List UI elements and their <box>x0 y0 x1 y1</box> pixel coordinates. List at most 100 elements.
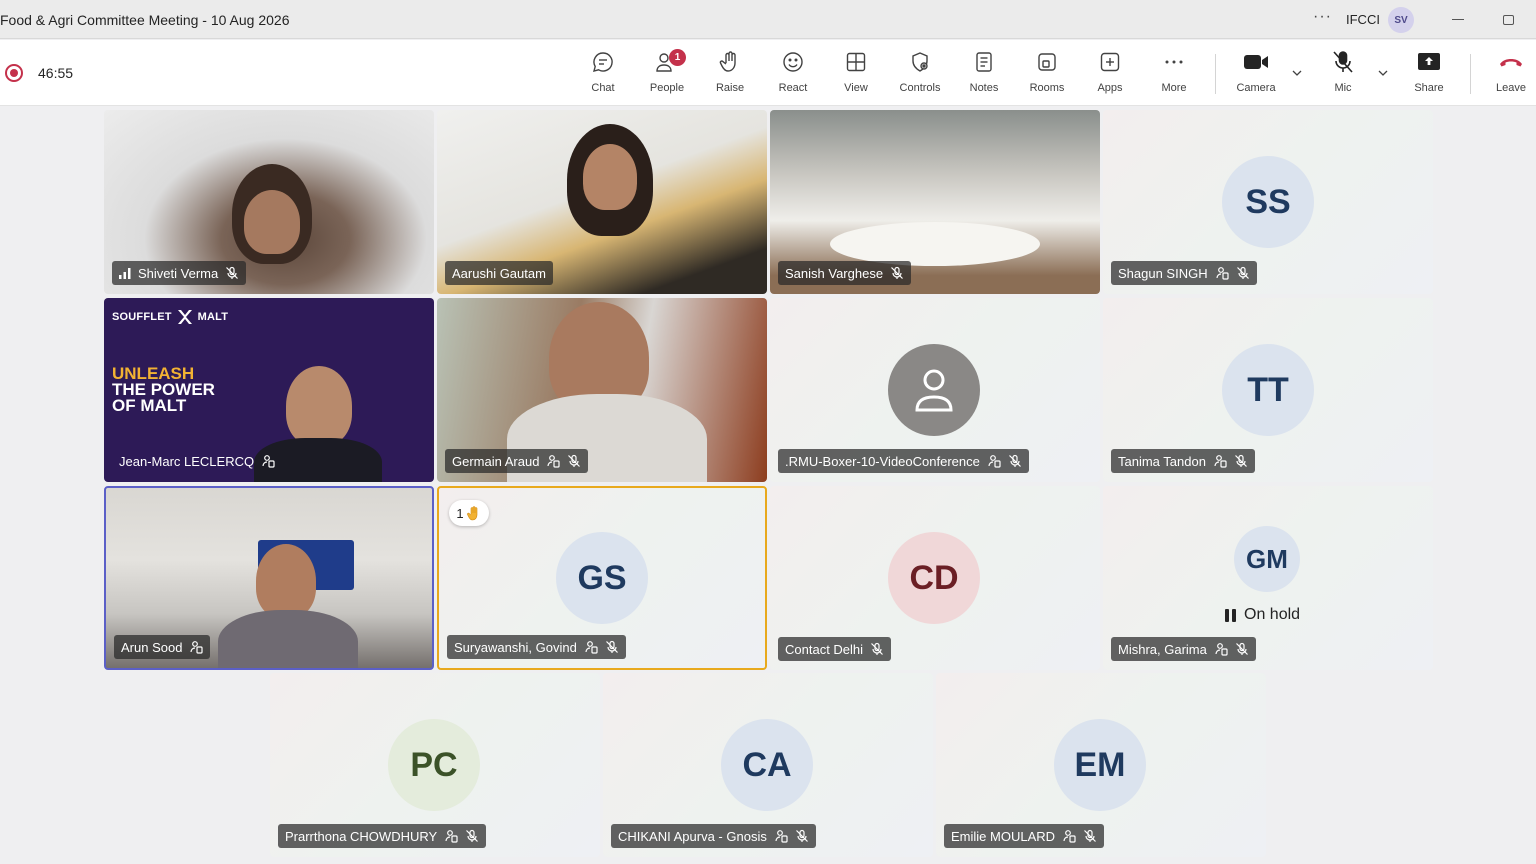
mobile-guest-icon <box>1214 455 1227 468</box>
notes-button[interactable]: Notes <box>956 48 1012 100</box>
nameplate: Suryawanshi, Govind <box>447 635 626 659</box>
camera-button[interactable]: Camera <box>1228 48 1284 100</box>
participant-video <box>244 190 300 254</box>
participant-avatar: CA <box>721 719 813 811</box>
chat-button[interactable]: Chat <box>575 48 631 100</box>
nameplate: Emilie MOULARD <box>944 824 1105 848</box>
participant-video <box>583 144 637 210</box>
participant-tile[interactable]: Germain Araud <box>437 298 767 482</box>
more-options-icon[interactable]: ··· <box>1313 8 1332 26</box>
raise-hand-button[interactable]: Raise <box>702 48 758 100</box>
participant-avatar: TT <box>1222 344 1314 436</box>
participant-video <box>830 222 1040 266</box>
share-label: Share <box>1414 82 1444 94</box>
participant-name: Sanish Varghese <box>785 265 884 281</box>
rooms-icon <box>1019 48 1075 76</box>
rooms-button[interactable]: Rooms <box>1019 48 1075 100</box>
participant-avatar: EM <box>1054 719 1146 811</box>
participant-tile[interactable]: EM Emilie MOULARD <box>936 673 1266 857</box>
malt-logo-icon <box>177 310 192 324</box>
view-button[interactable]: View <box>828 48 884 100</box>
notes-icon <box>956 48 1012 76</box>
mic-off-icon <box>1315 48 1371 76</box>
meeting-timer: 46:55 <box>38 65 74 81</box>
mobile-guest-icon <box>775 830 788 843</box>
toolbar-divider <box>1470 54 1471 94</box>
share-screen-icon <box>1401 48 1457 76</box>
participant-name: Jean-Marc LECLERCQ <box>119 453 255 469</box>
mic-options-chevron-icon[interactable] <box>1376 66 1390 80</box>
minimize-icon[interactable] <box>1452 19 1464 20</box>
brand-subheadline: THE POWER OF MALT <box>112 380 215 415</box>
people-icon <box>639 48 695 76</box>
participant-avatar: SS <box>1222 156 1314 248</box>
participant-name: Suryawanshi, Govind <box>454 639 577 655</box>
mic-muted-icon <box>1084 829 1096 842</box>
apps-button[interactable]: Apps <box>1082 48 1138 100</box>
mic-button[interactable]: Mic <box>1315 48 1371 100</box>
mobile-guest-icon <box>1216 267 1229 280</box>
more-button[interactable]: More <box>1146 48 1202 100</box>
participant-tile[interactable]: PC Prarrthona CHOWDHURY <box>270 673 600 857</box>
nameplate: CHIKANI Apurva - Gnosis <box>611 824 816 848</box>
participant-name: Contact Delhi <box>785 641 864 657</box>
title-bar: Food & Agri Committee Meeting - 10 Aug 2… <box>0 0 1536 39</box>
nameplate: Prarrthona CHOWDHURY <box>278 824 487 848</box>
mobile-guest-icon <box>262 455 275 468</box>
mic-muted-icon <box>1008 454 1021 467</box>
mic-muted-icon <box>466 829 479 842</box>
participant-tile-hand-raised[interactable]: 1 GS Suryawanshi, Govind <box>437 486 767 670</box>
participant-tile[interactable]: TT Tanima Tandon <box>1103 298 1433 482</box>
participant-video <box>218 610 358 668</box>
participant-tile[interactable]: Aarushi Gautam <box>437 110 767 294</box>
on-hold-label: On hold <box>1244 606 1301 623</box>
participant-avatar: GM <box>1234 526 1300 592</box>
mic-muted-icon <box>1235 642 1248 655</box>
brand-logo-left: SOUFFLET <box>112 311 172 323</box>
react-button[interactable]: React <box>765 48 821 100</box>
controls-label: Controls <box>899 82 941 94</box>
participant-name: .RMU-Boxer-10-VideoConference <box>785 453 980 469</box>
restore-icon[interactable] <box>1503 15 1514 25</box>
mobile-guest-icon <box>445 830 458 843</box>
controls-button[interactable]: Controls <box>892 48 948 100</box>
participant-name: Germain Araud <box>452 453 540 469</box>
participant-tile[interactable]: CA CHIKANI Apurva - Gnosis <box>603 673 933 857</box>
chat-label: Chat <box>591 82 615 94</box>
participant-name: CHIKANI Apurva - Gnosis <box>618 828 767 844</box>
nameplate: Germain Araud <box>445 449 589 473</box>
mic-muted-icon <box>1236 266 1249 279</box>
participant-name: Aarushi Gautam <box>452 265 546 281</box>
pause-icon <box>1225 608 1236 622</box>
participant-tile[interactable]: Sanish Varghese <box>770 110 1100 294</box>
participant-tile-speaking[interactable]: Arun Sood <box>104 486 434 670</box>
nameplate: Mishra, Garima <box>1111 637 1256 661</box>
participant-tile[interactable]: SS Shagun SINGH <box>1103 110 1433 294</box>
participant-tile[interactable]: CD Contact Delhi <box>770 486 1100 670</box>
nameplate: Shagun SINGH <box>1111 261 1257 285</box>
camera-options-chevron-icon[interactable] <box>1290 66 1304 80</box>
participant-tile-on-hold[interactable]: GM On hold Mishra, Garima <box>1103 486 1433 670</box>
mic-muted-icon <box>891 266 903 279</box>
raise-label: Raise <box>715 82 745 94</box>
leave-button[interactable]: Leave <box>1483 48 1536 100</box>
camera-label: Camera <box>1236 82 1276 94</box>
user-avatar[interactable]: SV <box>1388 7 1414 33</box>
participant-tile[interactable]: Shiveti Verma <box>104 110 434 294</box>
notes-label: Notes <box>969 82 999 94</box>
hang-up-icon <box>1483 48 1536 76</box>
signal-icon <box>119 267 131 279</box>
nameplate: Aarushi Gautam <box>445 261 553 285</box>
people-button[interactable]: 1 People <box>639 48 695 100</box>
mic-muted-icon <box>871 642 883 655</box>
share-button[interactable]: Share <box>1401 48 1457 100</box>
nameplate: Arun Sood <box>114 635 211 659</box>
recording-icon <box>5 64 23 82</box>
org-name: IFCCI <box>1346 12 1380 27</box>
participant-tile[interactable]: .RMU-Boxer-10-VideoConference <box>770 298 1100 482</box>
people-label: People <box>649 82 685 94</box>
participant-tile[interactable]: SOUFFLET MALT UNLEASH THE POWER OF MALT … <box>104 298 434 482</box>
ellipsis-icon <box>1146 48 1202 76</box>
participant-video <box>256 544 316 618</box>
nameplate: .RMU-Boxer-10-VideoConference <box>778 449 1029 473</box>
